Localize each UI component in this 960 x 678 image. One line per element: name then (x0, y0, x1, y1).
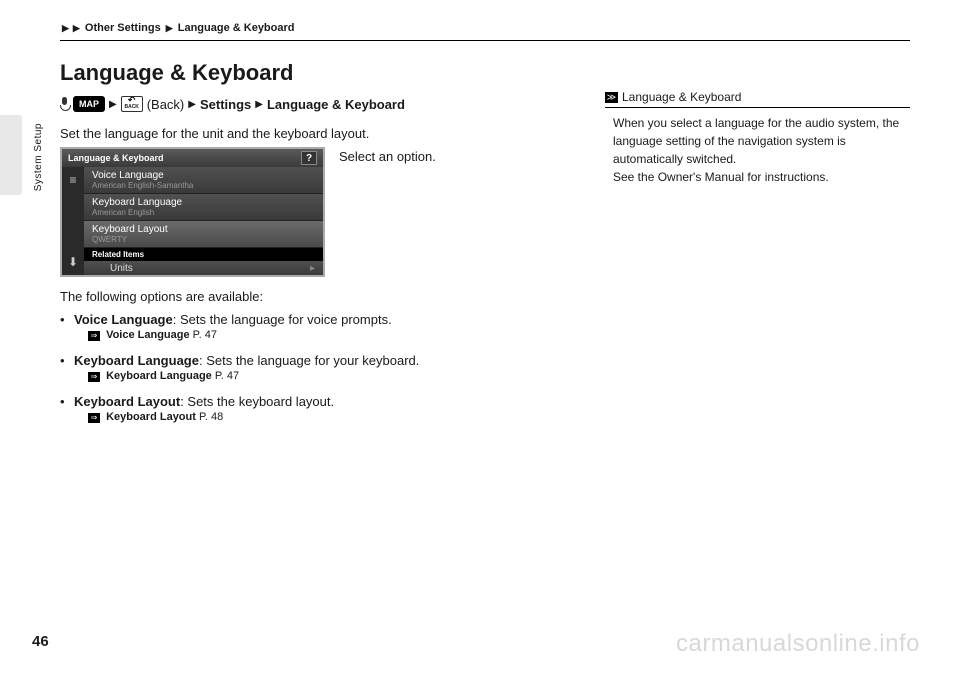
chevron-right-icon: ▶ (166, 23, 173, 33)
option-desc: : Sets the language for your keyboard. (199, 353, 419, 368)
side-tab (0, 115, 22, 195)
xref-label: Keyboard Language (106, 370, 212, 382)
help-icon: ? (301, 151, 317, 165)
option-title: Keyboard Language (74, 353, 199, 368)
option-item: Keyboard Language: Sets the language for… (60, 353, 570, 382)
nav-path: MAP ▶ BACK (Back) ▶ Settings ▶ Language … (60, 96, 570, 112)
xref-label: Keyboard Layout (106, 411, 196, 423)
page-number: 46 (32, 633, 49, 650)
sidebar-note: ≫ Language & Keyboard When you select a … (605, 90, 910, 186)
option-desc: : Sets the keyboard layout. (180, 394, 334, 409)
chevron-right-icon: ▶ (109, 99, 117, 110)
intro-text: Set the language for the unit and the ke… (60, 126, 570, 141)
xref-label: Voice Language (106, 329, 190, 341)
xref-page: P. 47 (193, 329, 217, 341)
arrow-down-icon: ⬇ (68, 255, 78, 269)
cross-reference: ⇒ Voice Language P. 47 (74, 329, 570, 341)
device-screenshot: Language & Keyboard ? ≡ ⬇ Voice Language… (60, 147, 325, 277)
item-sub: QWERTY (92, 235, 315, 244)
chevron-right-icon: ▶ (62, 23, 69, 33)
option-item: Voice Language: Sets the language for vo… (60, 312, 570, 341)
screenshot-item: Keyboard Layout QWERTY (84, 221, 323, 248)
note-body: When you select a language for the audio… (605, 114, 910, 186)
back-button-icon: BACK (121, 96, 143, 112)
section-label: System Setup (33, 123, 44, 191)
main-content: Language & Keyboard MAP ▶ BACK (Back) ▶ … (60, 60, 570, 435)
units-label: Units (110, 263, 133, 274)
screenshot-item: Keyboard Language American English (84, 194, 323, 221)
screenshot-list: Voice Language American English-Samantha… (84, 167, 323, 275)
note-icon: ≫ (605, 92, 618, 103)
cross-reference: ⇒ Keyboard Layout P. 48 (74, 411, 570, 423)
watermark: carmanualsonline.info (676, 630, 920, 658)
breadcrumb-item: Other Settings (85, 22, 161, 34)
units-item: Units ▸ (84, 261, 323, 275)
nav-final: Language & Keyboard (267, 97, 405, 112)
divider (60, 40, 910, 41)
item-label: Keyboard Language (92, 197, 315, 208)
xref-page: P. 47 (215, 370, 239, 382)
screenshot-row: Language & Keyboard ? ≡ ⬇ Voice Language… (60, 147, 570, 277)
item-sub: American English (92, 208, 315, 217)
note-heading: ≫ Language & Keyboard (605, 90, 910, 108)
chevron-right-icon: ▶ (73, 23, 80, 33)
nav-settings: Settings (200, 97, 251, 112)
option-title: Voice Language (74, 312, 173, 327)
option-item: Keyboard Layout: Sets the keyboard layou… (60, 394, 570, 423)
map-button-icon: MAP (73, 96, 105, 112)
options-intro: The following options are available: (60, 289, 570, 304)
related-header: Related Items (84, 248, 323, 261)
note-paragraph: When you select a language for the audio… (613, 114, 910, 168)
instruction-text: Select an option. (339, 147, 436, 164)
screenshot-sidebar: ≡ ⬇ (62, 167, 84, 275)
option-desc: : Sets the language for voice prompts. (173, 312, 392, 327)
option-title: Keyboard Layout (74, 394, 180, 409)
chevron-right-icon: ▶ (255, 99, 263, 110)
page-title: Language & Keyboard (60, 60, 570, 86)
xref-page: P. 48 (199, 411, 223, 423)
screenshot-title: Language & Keyboard (68, 153, 164, 163)
chevron-right-icon: ▶ (188, 99, 196, 110)
screenshot-item: Voice Language American English-Samantha (84, 167, 323, 194)
back-text: (Back) (147, 97, 185, 112)
note-title: Language & Keyboard (622, 90, 741, 104)
xref-icon: ⇒ (88, 372, 100, 382)
breadcrumb-item: Language & Keyboard (178, 22, 295, 34)
mic-icon (60, 97, 69, 111)
chevron-right-icon: ▸ (310, 263, 315, 274)
note-paragraph: See the Owner's Manual for instructions. (613, 168, 910, 186)
cross-reference: ⇒ Keyboard Language P. 47 (74, 370, 570, 382)
menu-icon: ≡ (69, 173, 76, 187)
breadcrumb: ▶ ▶ Other Settings ▶ Language & Keyboard (60, 22, 295, 34)
xref-icon: ⇒ (88, 413, 100, 423)
item-sub: American English-Samantha (92, 181, 315, 190)
item-label: Voice Language (92, 170, 315, 181)
screenshot-titlebar: Language & Keyboard ? (62, 149, 323, 167)
item-label: Keyboard Layout (92, 224, 315, 235)
xref-icon: ⇒ (88, 331, 100, 341)
